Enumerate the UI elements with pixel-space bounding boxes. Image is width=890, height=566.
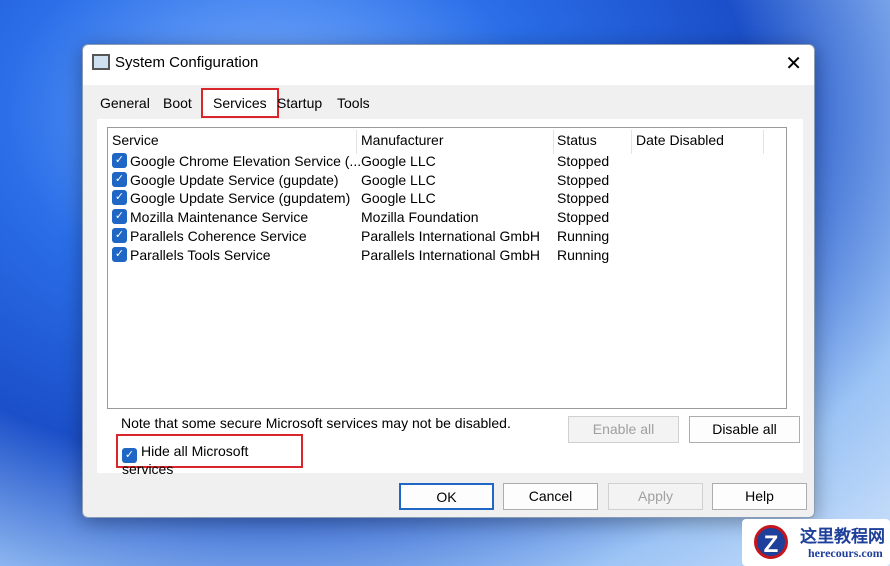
column-status[interactable]: Status: [557, 132, 597, 148]
enable-all-button[interactable]: Enable all: [568, 416, 679, 443]
manufacturer: Google LLC: [361, 153, 436, 169]
status: Stopped: [557, 190, 610, 207]
hide-microsoft-services-label: Hide all Microsoft services: [122, 443, 249, 477]
manufacturer: Parallels International GmbH: [361, 246, 540, 263]
watermark-cn: 这里教程网: [800, 527, 885, 546]
service-name: Parallels Tools Service: [130, 246, 271, 263]
app-icon: [92, 54, 110, 70]
checkbox-checked-icon[interactable]: ✓: [112, 209, 127, 225]
service-name: Google Chrome Elevation Service (...: [130, 153, 362, 169]
status: Stopped: [557, 209, 610, 226]
help-button[interactable]: Help: [712, 483, 807, 510]
manufacturer: Google LLC: [361, 171, 436, 188]
service-row[interactable]: ✓ Google Chrome Elevation Service (... G…: [108, 151, 786, 170]
status: Running: [557, 246, 610, 263]
tab-tools[interactable]: Tools: [337, 95, 370, 111]
manufacturer: Mozilla Foundation: [361, 209, 479, 226]
manufacturer: Google LLC: [361, 190, 436, 207]
tab-startup[interactable]: Startup: [277, 95, 322, 111]
disable-all-button[interactable]: Disable all: [689, 416, 800, 443]
checkbox-checked-icon[interactable]: ✓: [112, 190, 127, 206]
status: Running: [557, 227, 610, 244]
watermark: Z 这里教程网 herecours.com: [742, 519, 890, 566]
watermark-logo-icon: Z: [754, 525, 788, 559]
service-name: Parallels Coherence Service: [130, 227, 307, 244]
tab-services[interactable]: Services: [201, 88, 279, 118]
window-title: System Configuration: [115, 54, 259, 71]
column-date-disabled[interactable]: Date Disabled: [636, 132, 724, 148]
service-name: Google Update Service (gupdate): [130, 171, 339, 188]
service-row[interactable]: ✓ Mozilla Maintenance Service Mozilla Fo…: [108, 207, 786, 226]
close-button[interactable]: ✕: [785, 51, 802, 76]
manufacturer: Parallels International GmbH: [361, 227, 540, 244]
services-list[interactable]: Service Manufacturer Status Date Disable…: [107, 127, 787, 409]
column-service[interactable]: Service: [112, 132, 159, 148]
system-configuration-window: System Configuration ✕ General Boot Serv…: [82, 44, 815, 518]
ok-button[interactable]: OK: [399, 483, 494, 510]
apply-button[interactable]: Apply: [608, 483, 703, 510]
checkbox-checked-icon[interactable]: ✓: [112, 153, 127, 168]
services-panel: Service Manufacturer Status Date Disable…: [97, 119, 803, 477]
status: Stopped: [557, 171, 610, 188]
service-row[interactable]: ✓ Google Update Service (gupdate) Google…: [108, 170, 786, 189]
tab-boot[interactable]: Boot: [163, 95, 192, 111]
service-name: Google Update Service (gupdatem): [130, 190, 351, 207]
service-row[interactable]: ✓ Parallels Coherence Service Parallels …: [108, 226, 786, 245]
status: Stopped: [557, 153, 610, 169]
cancel-button[interactable]: Cancel: [503, 483, 598, 510]
hide-microsoft-services-checkbox[interactable]: ✓ Hide all Microsoft services: [116, 434, 303, 477]
checkbox-checked-icon[interactable]: ✓: [112, 171, 127, 187]
checkbox-checked-icon[interactable]: ✓: [122, 448, 137, 463]
note-text: Note that some secure Microsoft services…: [121, 415, 511, 431]
title-bar: System Configuration ✕: [83, 45, 814, 85]
tab-general[interactable]: General: [100, 95, 150, 111]
watermark-en: herecours.com: [808, 546, 883, 560]
service-row[interactable]: ✓ Parallels Tools Service Parallels Inte…: [108, 245, 786, 264]
service-name: Mozilla Maintenance Service: [130, 209, 309, 226]
checkbox-checked-icon[interactable]: ✓: [112, 246, 127, 262]
list-header: Service Manufacturer Status Date Disable…: [108, 130, 786, 154]
column-manufacturer[interactable]: Manufacturer: [361, 132, 443, 148]
checkbox-checked-icon[interactable]: ✓: [112, 227, 127, 243]
service-row[interactable]: ✓ Google Update Service (gupdatem) Googl…: [108, 188, 786, 207]
